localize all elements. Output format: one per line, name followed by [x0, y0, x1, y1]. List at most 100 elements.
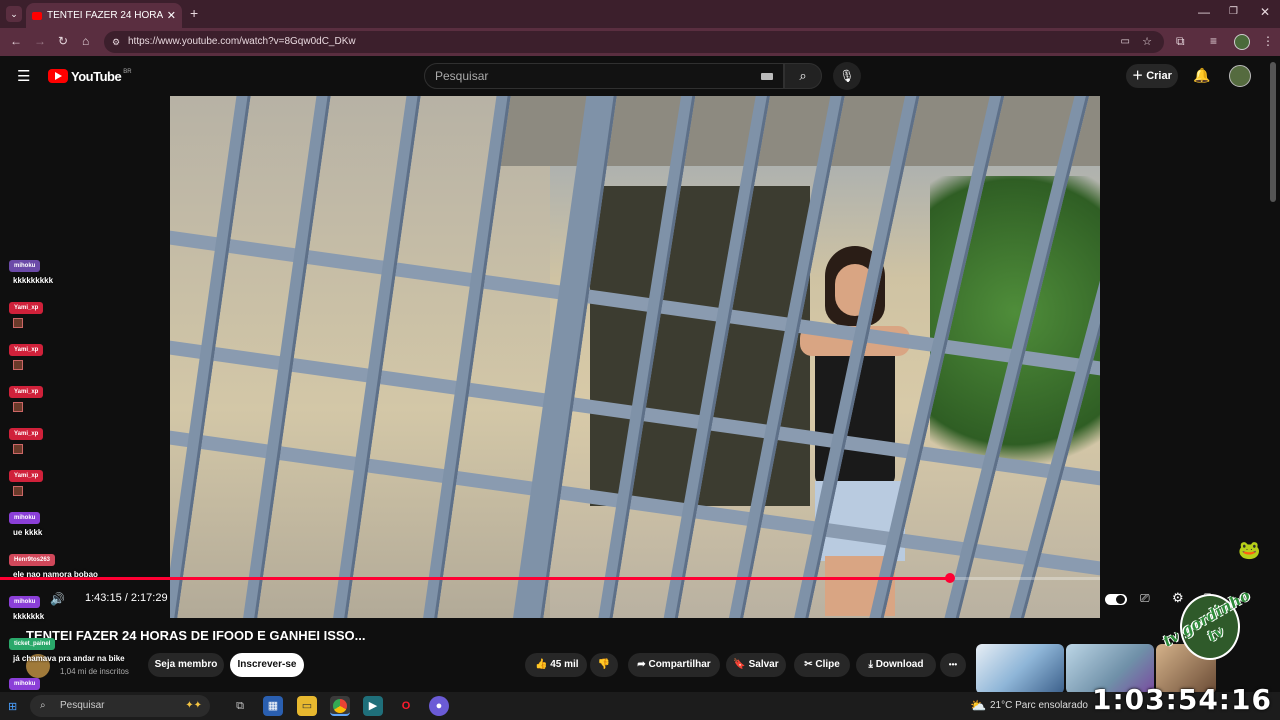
- chrome-icon[interactable]: [330, 696, 350, 716]
- reload-icon[interactable]: ↻: [58, 34, 68, 48]
- install-app-icon[interactable]: ▭: [1121, 31, 1130, 53]
- chat-username: mihoku: [9, 678, 41, 690]
- share-button[interactable]: ➦ Compartilhar: [628, 653, 720, 677]
- chat-emote: [13, 486, 23, 496]
- more-actions-button[interactable]: •••: [940, 653, 966, 677]
- save-label: Salvar: [748, 659, 779, 670]
- chat-username: Yami_xp: [9, 428, 44, 440]
- search-placeholder: Pesquisar: [435, 69, 489, 83]
- thumbs-up-icon: 👍: [535, 659, 551, 670]
- chat-username: mihoku: [9, 512, 41, 524]
- close-window-icon[interactable]: ✕: [1260, 5, 1270, 19]
- video-title: TENTEI FAZER 24 HORAS DE IFOOD E GANHEI …: [26, 628, 366, 643]
- media-controls-icon[interactable]: ≡: [1210, 34, 1217, 48]
- search-icon: ⌕: [40, 700, 46, 711]
- keyboard-icon[interactable]: [761, 73, 773, 80]
- video-progress-bar[interactable]: [0, 573, 1100, 583]
- task-view-icon[interactable]: ⧉: [230, 696, 250, 716]
- chat-username: Yami_xp: [9, 302, 44, 314]
- taskbar-search-placeholder: Pesquisar: [60, 700, 105, 711]
- create-button[interactable]: ＋ Criar: [1126, 64, 1178, 88]
- like-count: 45 mil: [550, 659, 579, 670]
- taskbar-search[interactable]: ⌕ Pesquisar ✦✦: [30, 695, 210, 717]
- chat-message: kkkkkkk: [13, 612, 45, 621]
- chat-username: Yami_xp: [9, 344, 44, 356]
- browser-toolbar: ← → ↻ ⌂ ⚙ https://www.youtube.com/watch?…: [0, 28, 1280, 56]
- bookmark-star-icon[interactable]: ☆: [1142, 31, 1152, 53]
- forward-icon[interactable]: →: [34, 34, 46, 48]
- browser-tab-bar: ⌄ TENTEI FAZER 24 HORAS DE IFOOD E GANHE…: [0, 0, 1280, 28]
- notifications-bell-icon[interactable]: 🔔: [1193, 67, 1210, 84]
- dislike-button[interactable]: 👎: [590, 653, 618, 677]
- video-player[interactable]: [170, 96, 1100, 618]
- restore-icon[interactable]: ❐: [1229, 6, 1238, 17]
- url-text: https://www.youtube.com/watch?v=8Gqw0dC_…: [128, 36, 356, 47]
- chat-emote: [13, 444, 23, 454]
- chat-username: Henr9tos263: [9, 554, 56, 566]
- chat-message: kkkkkkkkk: [13, 276, 54, 285]
- chat-message: já chamava pra andar na bike: [13, 654, 125, 663]
- chat-emote: [13, 318, 23, 328]
- microphone-icon: 🎙: [839, 69, 855, 83]
- chat-username: mihoku: [9, 260, 41, 272]
- youtube-logo[interactable]: YouTube BR: [48, 68, 132, 84]
- scissors-icon: ✂: [804, 659, 816, 670]
- chat-app-icon[interactable]: ●: [429, 696, 449, 716]
- subscribe-button[interactable]: Inscrever-se: [230, 653, 304, 677]
- save-icon: 🔖: [733, 659, 749, 670]
- site-info-icon[interactable]: ⚙: [112, 31, 120, 53]
- page-scrollbar[interactable]: [1270, 62, 1276, 202]
- back-icon[interactable]: ←: [10, 34, 22, 48]
- clip-button[interactable]: ✂ Clipe: [794, 653, 850, 677]
- youtube-header: ☰ YouTube BR Pesquisar ⌕ 🎙 ＋ Criar 🔔: [0, 56, 1280, 96]
- download-button[interactable]: ⤓ Download: [856, 653, 936, 677]
- overlay-clock: 1:03:54:16: [1092, 683, 1272, 716]
- youtube-favicon-icon: [32, 11, 42, 20]
- chat-message: ele nao namora bobao: [13, 570, 98, 579]
- opera-icon[interactable]: O: [396, 696, 416, 716]
- new-tab-button[interactable]: +: [190, 5, 198, 21]
- chat-username: ticket_painel: [9, 638, 56, 650]
- progress-scrubber[interactable]: [945, 573, 955, 583]
- microsoft-store-icon[interactable]: ▦: [263, 696, 283, 716]
- extensions-icon[interactable]: ⧉: [1176, 34, 1185, 49]
- voice-search-button[interactable]: 🎙: [833, 62, 861, 90]
- recommended-thumbnail[interactable]: [976, 644, 1064, 694]
- minimize-icon[interactable]: —: [1198, 5, 1210, 19]
- share-label: Compartilhar: [648, 659, 711, 670]
- youtube-wordmark: YouTube: [71, 68, 122, 84]
- account-avatar[interactable]: [1229, 65, 1251, 87]
- tab-search-icon[interactable]: ⌄: [6, 6, 22, 22]
- thumbs-down-icon: 👎: [597, 659, 611, 670]
- emoji-sticker: 🐸: [1238, 540, 1261, 560]
- like-button[interactable]: 👍 45 mil: [525, 653, 587, 677]
- chat-emote: [13, 360, 23, 370]
- join-member-button[interactable]: Seja membro: [148, 653, 224, 677]
- search-input[interactable]: Pesquisar: [424, 63, 784, 89]
- search-icon: ⌕: [799, 68, 807, 83]
- autoplay-toggle[interactable]: [1105, 594, 1127, 605]
- home-icon[interactable]: ⌂: [82, 34, 89, 48]
- profile-avatar[interactable]: [1234, 34, 1250, 50]
- streamer-watermark: tv gordinho tv: [1152, 572, 1270, 684]
- chat-username: Yami_xp: [9, 386, 44, 398]
- clip-label: Clipe: [815, 659, 840, 670]
- address-bar[interactable]: ⚙ https://www.youtube.com/watch?v=8Gqw0d…: [104, 31, 1164, 53]
- app-icon[interactable]: ▶: [363, 696, 383, 716]
- sparkle-icon: ✦✦: [185, 700, 202, 711]
- browser-tab[interactable]: TENTEI FAZER 24 HORAS DE IFOOD E GANHEI …: [26, 3, 182, 28]
- volume-icon[interactable]: 🔊: [50, 592, 65, 606]
- windows-start-icon[interactable]: ⊞: [8, 700, 17, 713]
- save-button[interactable]: 🔖 Salvar: [726, 653, 786, 677]
- share-icon: ➦: [637, 659, 649, 670]
- subscriber-count: 1,04 mi de inscritos: [60, 667, 129, 676]
- tab-close-icon[interactable]: ✕: [167, 9, 176, 22]
- youtube-play-icon: [48, 69, 68, 83]
- file-explorer-icon[interactable]: ▭: [297, 696, 317, 716]
- weather-status[interactable]: 21°C Parc ensolarado: [990, 700, 1088, 711]
- menu-icon[interactable]: ☰: [17, 67, 30, 85]
- subtitles-icon[interactable]: ⎚: [1140, 591, 1150, 606]
- chrome-menu-icon[interactable]: ⋮: [1262, 34, 1274, 48]
- search-button[interactable]: ⌕: [784, 63, 822, 89]
- windows-taskbar: ⊞ ⌕ Pesquisar ✦✦ ⧉ ▦ ▭ ▶ O ● ⛅ 21°C Parc…: [0, 692, 1280, 720]
